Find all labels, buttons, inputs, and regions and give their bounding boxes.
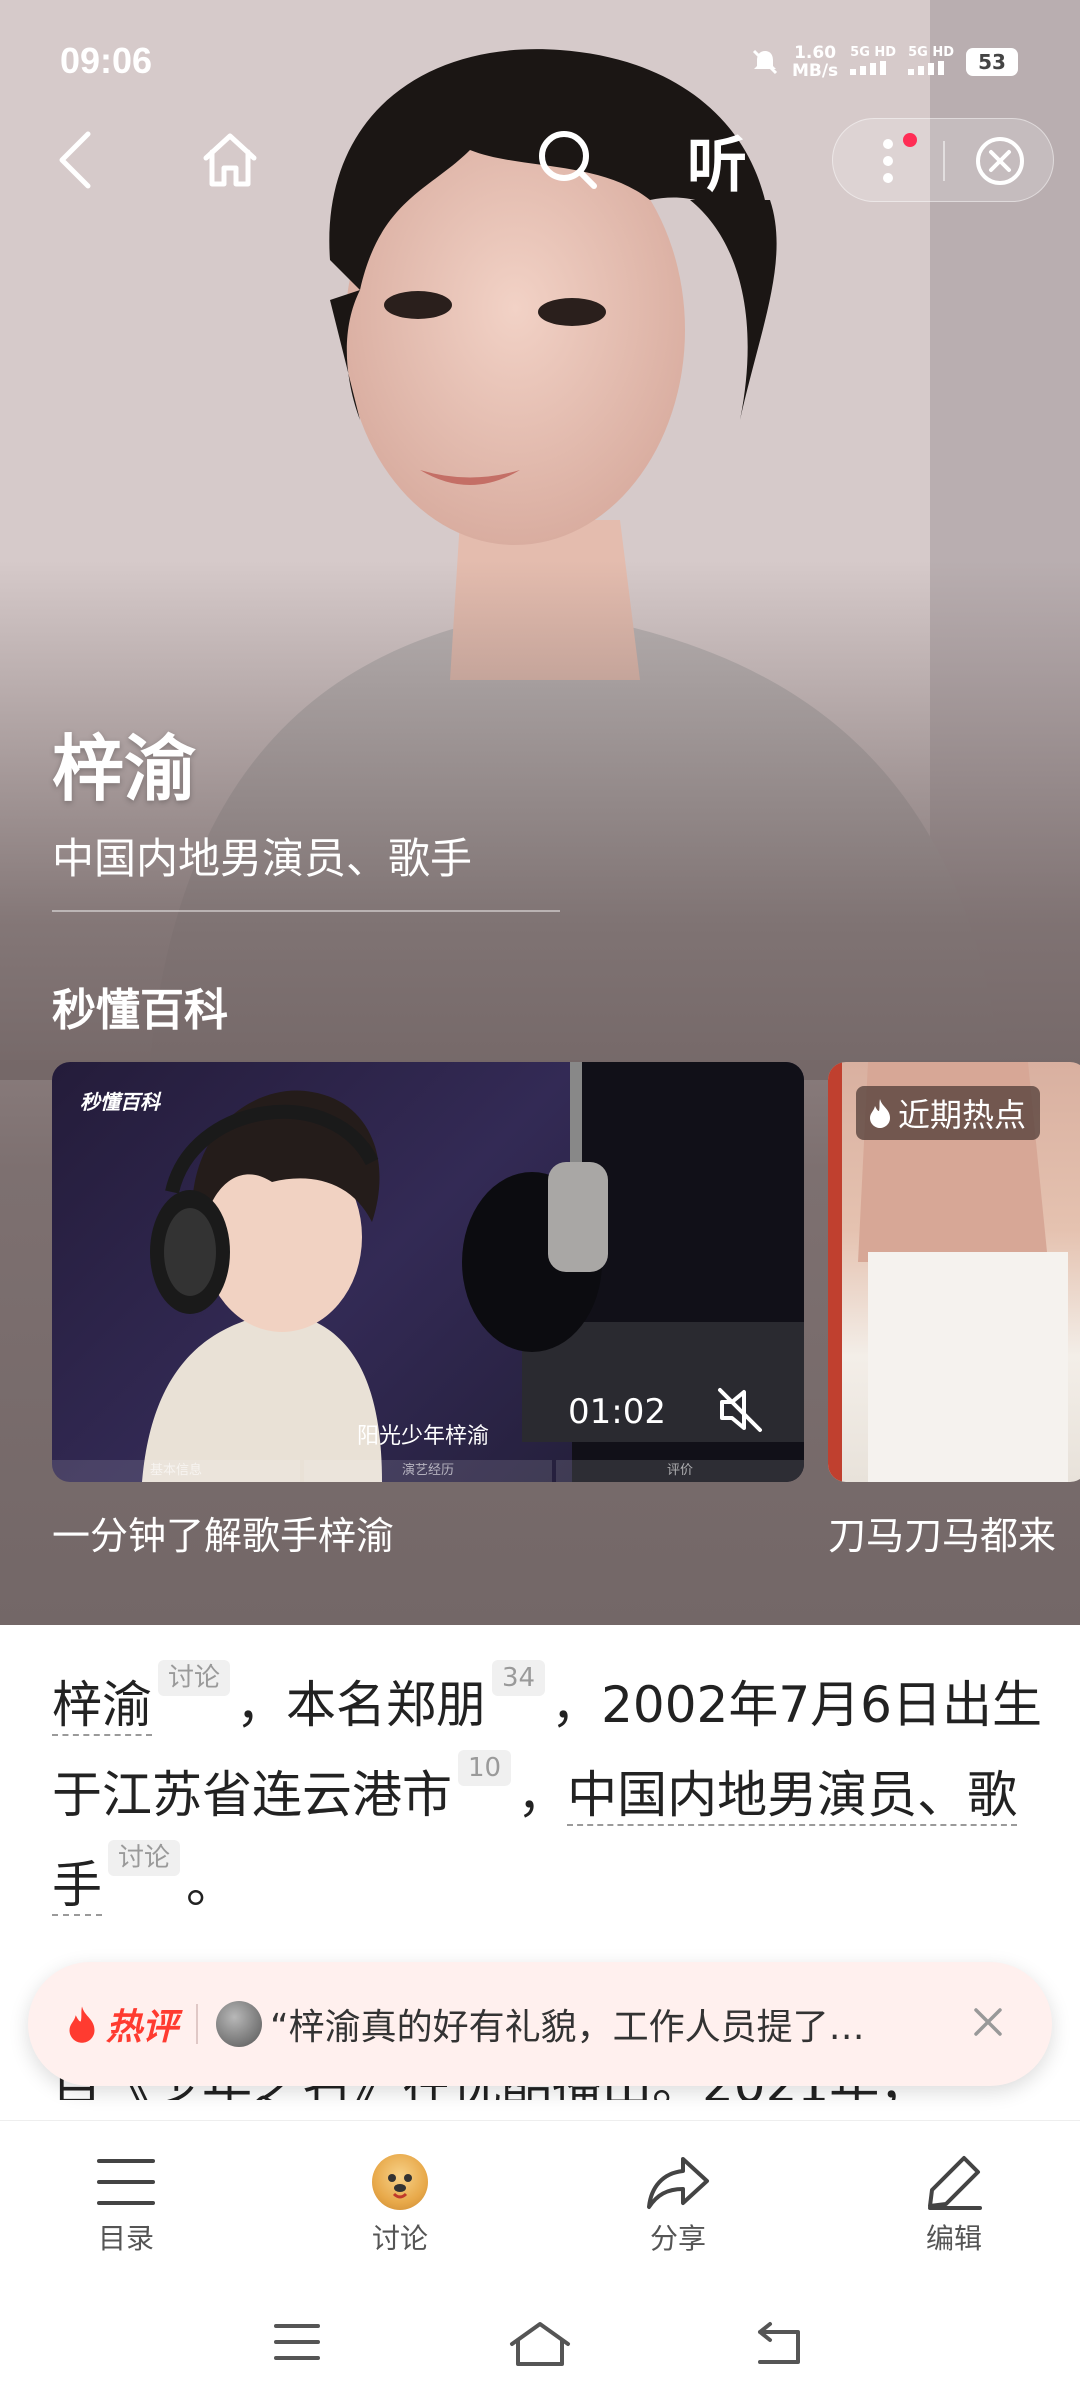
top-navigation-bar: 听 [0,118,1080,202]
dog-avatar-icon [372,2154,428,2210]
home-icon [203,133,257,187]
discuss-label: 讨论 [371,2222,428,2255]
back-arrow-icon [758,2322,800,2364]
chapter-segment: 基本信息 [52,1460,300,1482]
search-button[interactable] [528,118,608,202]
share-icon [647,2157,709,2209]
signal-bars-icon [850,60,887,75]
status-bar: 09:06 1.60 MB/s 5G HD 5G HD 53 [60,40,1040,90]
toc-label: 目录 [97,2222,154,2255]
video-chapter-bar: 基本信息 演艺经历 评价 [52,1460,804,1482]
commenter-avatar [216,2001,263,2047]
video-duration: 01:02 [568,1392,666,1432]
signal-bars-icon [908,60,945,75]
share-label: 分享 [649,2222,706,2255]
more-options-button[interactable] [833,119,943,203]
article-intro: 梓渝 讨论 ，本名郑朋 34 ，2002年7月6日出生于江苏省连云港市 10 ，中国内地男演… [52,1660,1042,2100]
chapter-segment: 评价 [556,1460,804,1482]
close-circle-icon [976,137,1024,185]
chapter-segment: 演艺经历 [304,1460,552,1482]
status-time: 09:06 [60,40,153,81]
video-brand-logo: 秒懂百科 [80,1090,160,1114]
reference-tag[interactable]: 10 [458,1750,512,1786]
hot-comment-close-button[interactable] [968,2002,1008,2046]
page-title: 梓渝 [52,727,197,811]
page-subtitle: 中国内地男演员、歌手 [52,834,473,883]
network-signal-2: 5G HD [908,45,954,80]
mute-toggle[interactable] [712,1382,768,1442]
discuss-tag[interactable]: 讨论 [108,1840,181,1876]
back-button[interactable] [40,118,112,202]
edit-label: 编辑 [925,2222,982,2255]
speaker-muted-icon [718,1388,762,1432]
network-signal-1: 5G HD [850,45,896,80]
bottom-toolbar: 目录 讨论 分享 编辑 [0,2120,1080,2280]
quick-wiki-section-title: 秒懂百科 [52,985,228,1036]
reference-tag[interactable]: 34 [492,1660,546,1696]
home-button[interactable] [190,118,270,202]
header-divider [52,910,560,912]
capsule-menu [832,118,1054,202]
video-card-caption[interactable]: 一分钟了解歌手梓渝 [52,1505,394,1560]
hot-topic-card[interactable]: 近期热点 [828,1062,1080,1482]
mute-bell-icon [752,49,778,75]
entry-link-name[interactable]: 梓渝 [52,1676,152,1736]
list-icon [97,2159,155,2205]
hot-comment-banner[interactable]: 热评 “梓渝真的好有礼貌，工作人员提了… [28,1962,1052,2086]
edit-icon [928,2156,982,2210]
share-button[interactable]: 分享 [598,2151,758,2257]
home-outline-icon [510,2322,570,2366]
network-speed: 1.60 MB/s [791,43,839,81]
listen-button[interactable]: 听 [672,118,762,202]
more-vertical-icon [883,139,893,183]
video-overlay-label: 阳光少年梓渝 [357,1424,490,1449]
hot-comment-separator [196,2004,199,2044]
video-card[interactable]: 秒懂百科 阳光少年梓渝 01:02 基本信息 演艺经历 评价 [52,1062,804,1482]
battery-indicator: 53 [966,48,1018,76]
hot-comment-label: 热评 [64,1998,178,2050]
system-home-button[interactable] [508,2320,572,2372]
close-icon [974,2008,1002,2036]
system-back-button[interactable] [754,2320,806,2370]
system-navigation-bar [0,2290,1080,2408]
flame-icon [69,2006,95,2043]
discuss-tag[interactable]: 讨论 [158,1660,231,1696]
edit-button[interactable]: 编辑 [874,2151,1034,2257]
flame-icon [870,1099,890,1128]
system-menu-button[interactable] [272,2320,322,2368]
close-miniapp-button[interactable] [945,119,1055,203]
notification-dot [903,133,917,147]
toc-button[interactable]: 目录 [46,2151,206,2257]
chevron-left-icon [59,131,91,189]
hot-badge: 近期热点 [856,1086,1041,1140]
hot-topic-caption[interactable]: 刀马刀马都来 [828,1505,1080,1560]
discuss-button[interactable]: 讨论 [320,2151,480,2257]
menu-icon [274,2324,320,2360]
search-icon [539,131,597,189]
hot-comment-text: “梓渝真的好有礼貌，工作人员提了… [270,2007,865,2048]
